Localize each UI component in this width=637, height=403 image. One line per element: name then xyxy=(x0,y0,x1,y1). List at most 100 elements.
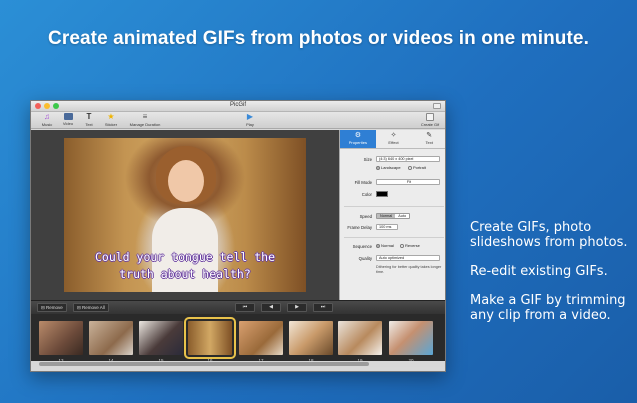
quality-row: Quality Auto optimized xyxy=(340,255,445,263)
last-frame-button[interactable]: ⏭ xyxy=(313,303,333,312)
frame-thumbnail[interactable] xyxy=(139,321,183,355)
quality-label: Quality xyxy=(358,256,372,261)
quality-select[interactable]: Auto optimized xyxy=(376,255,440,261)
sequence-label: Sequence xyxy=(352,244,372,249)
tab-label: Properties xyxy=(348,140,367,145)
tab-text[interactable]: ✎ Text xyxy=(411,130,445,148)
sequence-reverse-label: Reverse xyxy=(405,243,420,248)
sequence-row: Sequence Normal Reverse xyxy=(340,243,445,251)
caption-overlay[interactable]: Could your tongue tell the truth about h… xyxy=(64,249,306,283)
fill-mode-row: Fill Mode Fit xyxy=(340,179,445,187)
previous-frame-button[interactable]: ◀ xyxy=(261,303,281,312)
remove-all-label: Remove All xyxy=(82,305,105,310)
app-window: PicGif ♫ Music Video T Text ★ Sticker ≡ … xyxy=(30,100,446,372)
frame-delay-row: Frame Delay 100 ms xyxy=(340,224,445,232)
tab-effect[interactable]: ✧ Effect xyxy=(376,130,412,148)
properties-panel: ⚙ Properties ✧ Effect ✎ Text Size (4:3) … xyxy=(339,130,445,300)
create-gif-label: Create Gif xyxy=(420,122,440,127)
landscape-radio[interactable]: Landscape xyxy=(376,165,401,170)
portrait-radio[interactable]: Portrait xyxy=(408,165,426,170)
feature-list: Create GIFs, photo slideshows from photo… xyxy=(470,220,630,337)
wand-icon: ✧ xyxy=(390,132,397,139)
preview-image-face xyxy=(168,160,204,202)
filmstrip: 13 14 15 16 17 18 19 20 xyxy=(31,314,445,367)
manage-duration-button[interactable]: ≡ Manage Duration xyxy=(128,112,162,128)
frame-thumbnail[interactable] xyxy=(89,321,133,355)
fullscreen-button[interactable] xyxy=(433,103,441,109)
next-frame-button[interactable]: ▶ xyxy=(287,303,307,312)
gif-icon xyxy=(426,113,434,121)
previous-frame-icon: ◀ xyxy=(269,304,273,310)
fill-mode-label: Fill Mode xyxy=(354,180,372,185)
remove-label: Remove xyxy=(46,305,63,310)
quality-note: Dithering for better quality takes longe… xyxy=(376,265,442,274)
color-swatch[interactable] xyxy=(376,191,388,197)
feature-item: Create GIFs, photo slideshows from photo… xyxy=(470,220,628,250)
orientation-row: Landscape Portrait xyxy=(340,165,445,173)
sequence-normal-radio[interactable]: Normal xyxy=(376,243,394,248)
panel-divider xyxy=(344,206,444,207)
preview-image: Could your tongue tell the truth about h… xyxy=(64,138,306,292)
video-icon xyxy=(63,113,73,120)
feature-item: Re-edit existing GIFs. xyxy=(470,264,608,279)
frame-delay-label: Frame Delay xyxy=(347,225,372,230)
size-select[interactable]: (4:3) 640 x 400 pixel xyxy=(376,156,440,162)
frame-thumbnail[interactable] xyxy=(39,321,83,355)
color-label: Color xyxy=(361,192,372,197)
sequence-reverse-radio[interactable]: Reverse xyxy=(400,243,420,248)
panel-divider xyxy=(344,237,444,238)
size-label: Size xyxy=(363,157,372,162)
sticker-button[interactable]: ★ Sticker xyxy=(98,112,124,128)
toolbar: ♫ Music Video T Text ★ Sticker ≡ Manage … xyxy=(31,112,445,129)
last-frame-icon: ⏭ xyxy=(320,304,326,310)
create-gif-button[interactable]: Create Gif xyxy=(417,113,443,127)
first-frame-icon: ⏮ xyxy=(242,304,248,310)
scrollbar-thumb[interactable] xyxy=(39,362,369,366)
tab-label: Text xyxy=(425,140,433,145)
speed-normal-option[interactable]: Normal xyxy=(377,214,396,218)
speed-label: Speed xyxy=(359,214,372,219)
star-icon: ★ xyxy=(107,112,115,121)
frame-thumbnail[interactable] xyxy=(289,321,333,355)
layers-icon: ≡ xyxy=(142,112,148,121)
speed-auto-option[interactable]: Auto xyxy=(395,214,410,218)
color-row: Color xyxy=(340,191,445,199)
frame-thumbnail[interactable] xyxy=(338,321,382,355)
filmstrip-scrollbar[interactable] xyxy=(31,361,445,367)
duration-label: Manage Duration xyxy=(129,122,161,127)
text-label: Text xyxy=(85,122,93,127)
music-icon: ♫ xyxy=(44,112,50,121)
caption-line: Could your tongue tell the xyxy=(94,250,275,264)
landscape-label: Landscape xyxy=(381,165,401,170)
tab-label: Effect xyxy=(388,140,399,145)
fill-mode-select[interactable]: Fit xyxy=(376,179,440,185)
window-title: PicGif xyxy=(229,102,246,108)
play-icon: ▶ xyxy=(246,112,254,121)
video-label: Video xyxy=(62,121,74,126)
frame-thumbnail-selected[interactable] xyxy=(184,317,236,359)
preview-stage: Could your tongue tell the truth about h… xyxy=(31,130,339,300)
feature-item: Make a GIF by trimming any clip from a v… xyxy=(470,293,626,323)
frame-thumbnail[interactable] xyxy=(239,321,283,355)
music-label: Music xyxy=(41,122,53,127)
play-button[interactable]: ▶ Play xyxy=(237,112,263,128)
frame-delay-input[interactable]: 100 ms xyxy=(376,224,398,230)
frame-controls: ⊟ Remove ⊟ Remove All ⏮ ◀ ▶ ⏭ xyxy=(31,300,445,314)
pencil-icon: ✎ xyxy=(426,132,433,139)
speed-row: Speed Normal Auto xyxy=(340,213,445,221)
next-frame-icon: ▶ xyxy=(295,304,299,310)
tab-properties[interactable]: ⚙ Properties xyxy=(340,130,376,148)
first-frame-button[interactable]: ⏮ xyxy=(235,303,255,312)
remove-all-button[interactable]: ⊟ Remove All xyxy=(73,303,109,312)
title-bar: PicGif xyxy=(31,101,445,112)
frame-thumbnail[interactable] xyxy=(389,321,433,355)
remove-button[interactable]: ⊟ Remove xyxy=(37,303,67,312)
speed-toggle: Normal Auto xyxy=(376,213,411,219)
sticker-label: Sticker xyxy=(104,122,118,127)
gear-icon: ⚙ xyxy=(354,132,361,139)
caption-line: truth about health? xyxy=(119,267,251,281)
headline: Create animated GIFs from photos or vide… xyxy=(48,28,589,49)
portrait-label: Portrait xyxy=(413,165,426,170)
text-icon: T xyxy=(86,112,92,121)
sequence-normal-label: Normal xyxy=(381,243,394,248)
